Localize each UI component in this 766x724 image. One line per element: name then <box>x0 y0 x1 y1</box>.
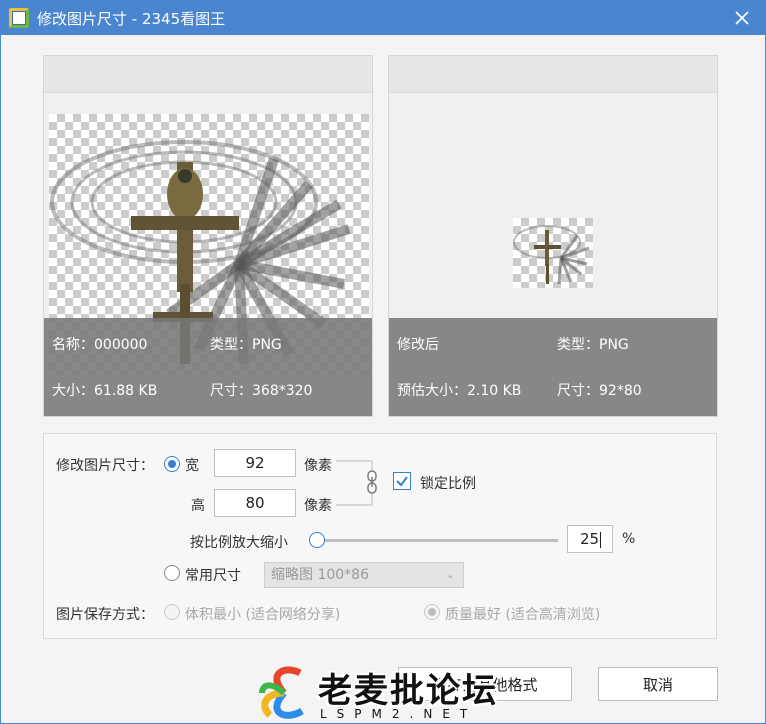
common-size-selected: 缩略图 100*86 <box>271 567 369 583</box>
original-preview-header <box>44 56 372 93</box>
scale-slider-track[interactable] <box>316 539 558 542</box>
modified-dimensions: 尺寸：92*80 <box>557 383 642 399</box>
height-label: 高 <box>191 498 205 514</box>
original-info-panel: 名称：000000 类型：PNG 大小：61.88 KB 尺寸：368*320 <box>44 318 372 416</box>
lock-ratio-label: 锁定比例 <box>420 476 476 492</box>
watermark: 老麦批论坛 LSPM2.NET <box>256 661 516 723</box>
chain-link-button[interactable] <box>366 470 378 494</box>
width-unit: 像素 <box>304 458 332 474</box>
window-title: 修改图片尺寸 - 2345看图王 <box>37 9 226 28</box>
modified-preview: 修改后 类型：PNG 预估大小：2.10 KB 尺寸：92*80 <box>388 55 718 417</box>
modified-image <box>513 218 593 288</box>
original-preview: 名称：000000 类型：PNG 大小：61.88 KB 尺寸：368*320 <box>43 55 373 417</box>
scale-label: 按比例放大缩小 <box>190 535 288 551</box>
original-dimensions: 尺寸：368*320 <box>210 383 313 399</box>
watermark-url: LSPM2.NET <box>320 707 478 721</box>
app-icon <box>9 8 29 28</box>
width-label: 宽 <box>185 458 199 474</box>
smallest-size-radio[interactable] <box>164 604 180 620</box>
best-quality-radio[interactable] <box>424 604 440 620</box>
best-quality-label: 质量最好 (适合高清浏览) <box>445 607 601 623</box>
checkmark-icon <box>396 476 408 487</box>
close-icon <box>735 11 749 25</box>
scale-input[interactable]: 25 <box>567 525 613 553</box>
resize-settings-panel: 修改图片尺寸： 宽 92 像素 高 80 像素 锁定比例 按比例放大缩小 25 … <box>43 433 717 639</box>
modified-type: 类型：PNG <box>557 337 629 353</box>
watermark-logo-icon <box>259 666 304 719</box>
modified-info-panel: 修改后 类型：PNG 预估大小：2.10 KB 尺寸：92*80 <box>389 318 717 416</box>
common-size-radio[interactable] <box>164 565 180 581</box>
original-name: 名称：000000 <box>52 337 148 353</box>
modified-size: 预估大小：2.10 KB <box>397 383 522 399</box>
chain-link-icon <box>367 470 377 494</box>
percent-label: % <box>622 531 636 547</box>
smallest-size-label: 体积最小 (适合网络分享) <box>185 607 341 623</box>
lock-ratio-checkbox[interactable] <box>393 472 411 490</box>
title-bar[interactable]: 修改图片尺寸 - 2345看图王 <box>1 1 765 35</box>
chevron-down-icon: ⌄ <box>445 568 455 581</box>
common-size-select[interactable]: 缩略图 100*86 ⌄ <box>264 562 464 588</box>
height-input[interactable]: 80 <box>214 489 296 517</box>
common-size-label: 常用尺寸 <box>185 568 241 584</box>
modified-preview-header <box>389 56 717 93</box>
height-unit: 像素 <box>304 498 332 514</box>
watermark-text: 老麦批论坛 <box>318 671 498 711</box>
scale-slider-thumb[interactable] <box>309 532 325 548</box>
custom-size-radio[interactable] <box>164 456 180 472</box>
close-button[interactable] <box>729 5 755 31</box>
resize-label: 修改图片尺寸： <box>56 458 154 474</box>
modified-name: 修改后 <box>397 337 439 353</box>
save-mode-label: 图片保存方式： <box>56 607 154 623</box>
original-type: 类型：PNG <box>210 337 282 353</box>
width-input[interactable]: 92 <box>214 449 296 477</box>
original-size: 大小：61.88 KB <box>52 383 158 399</box>
helicopter-thumbnail <box>513 225 590 285</box>
cancel-button[interactable]: 取消 <box>598 667 718 701</box>
resize-dialog: 修改图片尺寸 - 2345看图王 名称：000000 类型：PNG 大小：61.… <box>0 0 766 724</box>
